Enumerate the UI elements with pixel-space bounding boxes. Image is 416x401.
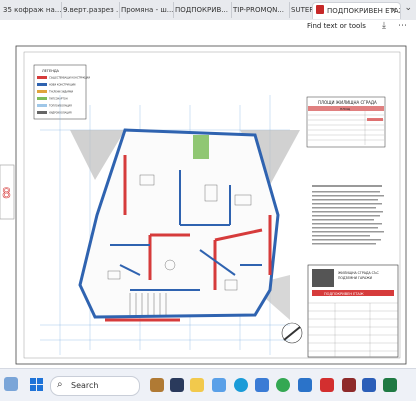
search-icon: ⌕: [57, 379, 63, 390]
legend-swatch: [37, 76, 47, 79]
browser-tab-strip: 35 кофраж на... 9.верт.разрез ... Промян…: [0, 0, 416, 21]
tab-5[interactable]: TIP-PROMQN...: [230, 2, 290, 18]
legend-item: ХИДРОИЗОЛАЦИЯ: [49, 112, 72, 115]
taskbar-search[interactable]: ⌕ Search: [50, 376, 140, 396]
legend-item: НОВИ КОНСТРУКЦИИ: [49, 84, 76, 87]
start-icon[interactable]: [30, 378, 44, 392]
title-line-1: ЖИЛИЩНА СГРАДА СЪС: [338, 271, 380, 275]
tab-active[interactable]: ПОДПОКРИВЕН ЕТАЖ -... ✕: [312, 2, 401, 19]
legend-item: ТУХЛЕНИ ЗИДАРИИ: [49, 91, 73, 94]
pdf-toolbar: Find text or tools ⤓ ⋯: [0, 20, 416, 36]
acrobat-icon[interactable]: [320, 378, 334, 392]
word-icon[interactable]: [362, 378, 376, 392]
legend-item: ТОПЛОИЗОЛАЦИЯ: [49, 105, 72, 108]
taskbar: ⌕ Search: [0, 368, 416, 401]
tab-label: 35 кофраж на...: [3, 6, 62, 14]
sheet-marker: 8: [2, 186, 11, 202]
legend-header: ЛЕГЕНДА: [42, 69, 60, 73]
tab-1[interactable]: 35 кофраж на...: [0, 2, 62, 18]
pdf-viewport[interactable]: 8 ЛЕГЕНДА СЪЩЕСТВУВАЩИ КОНСТРУКЦИИ НОВИ К…: [0, 35, 416, 368]
legend-item: ГИПСОКАРТОН: [49, 98, 68, 101]
legend-swatch: [37, 97, 47, 100]
legend-swatch: [37, 111, 47, 114]
tab-label: ПОДПОКРИВ...: [175, 6, 228, 14]
tab-label: TIP-PROMQN...: [233, 6, 284, 14]
excel-icon[interactable]: [383, 378, 397, 392]
legend-swatch: [37, 83, 47, 86]
app-icon-2[interactable]: [170, 378, 184, 392]
legend-item: СЪЩЕСТВУВАЩИ КОНСТРУКЦИИ: [49, 77, 90, 80]
find-tools-field[interactable]: Find text or tools: [307, 22, 366, 30]
edge-icon[interactable]: [234, 378, 248, 392]
area-table: ПЛОЩИ ЖИЛИЩНА СГРАДА ПЛОЩ: [306, 96, 386, 148]
tab-label: Промяна - ш...: [121, 6, 174, 14]
app-icon-1[interactable]: [150, 378, 164, 392]
chrome-icon[interactable]: [276, 378, 290, 392]
file-explorer-icon[interactable]: [190, 378, 204, 392]
title-line-2: ПОДЗЕМНИ ГАРАЖИ: [338, 276, 373, 280]
legend: ЛЕГЕНДА СЪЩЕСТВУВАЩИ КОНСТРУКЦИИ НОВИ КОН…: [33, 64, 90, 120]
app-icon-10[interactable]: [342, 378, 356, 392]
tab-2[interactable]: 9.верт.разрез ...: [60, 2, 120, 18]
area-table-title: ПЛОЩИ ЖИЛИЩНА СГРАДА: [318, 100, 377, 105]
download-icon[interactable]: ⤓: [382, 21, 386, 31]
tab-4[interactable]: ПОДПОКРИВ...: [172, 2, 232, 18]
title-block: ЖИЛИЩНА СГРАДА СЪС ПОДЗЕМНИ ГАРАЖИ ПОДПО…: [307, 264, 399, 358]
area-table-header: ПЛОЩ: [340, 107, 351, 111]
widgets-icon[interactable]: [4, 377, 18, 391]
pdf-icon: [316, 5, 324, 14]
title-line-3: ПОДПОКРИВЕН ЕТАЖ: [324, 292, 364, 296]
app-icon-6[interactable]: [255, 378, 269, 392]
legend-swatch: [37, 104, 47, 107]
floor-plan-drawing: 8 ЛЕГЕНДА СЪЩЕСТВУВАЩИ КОНСТРУКЦИИ НОВИ К…: [0, 45, 407, 365]
more-icon[interactable]: ⋯: [398, 21, 407, 31]
tab-3[interactable]: Промяна - ш...: [118, 2, 174, 18]
mail-icon[interactable]: [298, 378, 312, 392]
close-tab-icon[interactable]: ✕: [390, 3, 397, 19]
legend-swatch: [37, 90, 47, 93]
app-icon-4[interactable]: [212, 378, 226, 392]
tab-label: 9.верт.разрез ...: [63, 6, 120, 14]
notes-block: [312, 185, 384, 245]
tab-list-icon[interactable]: ⌄: [404, 3, 412, 13]
search-label: Search: [71, 381, 99, 390]
